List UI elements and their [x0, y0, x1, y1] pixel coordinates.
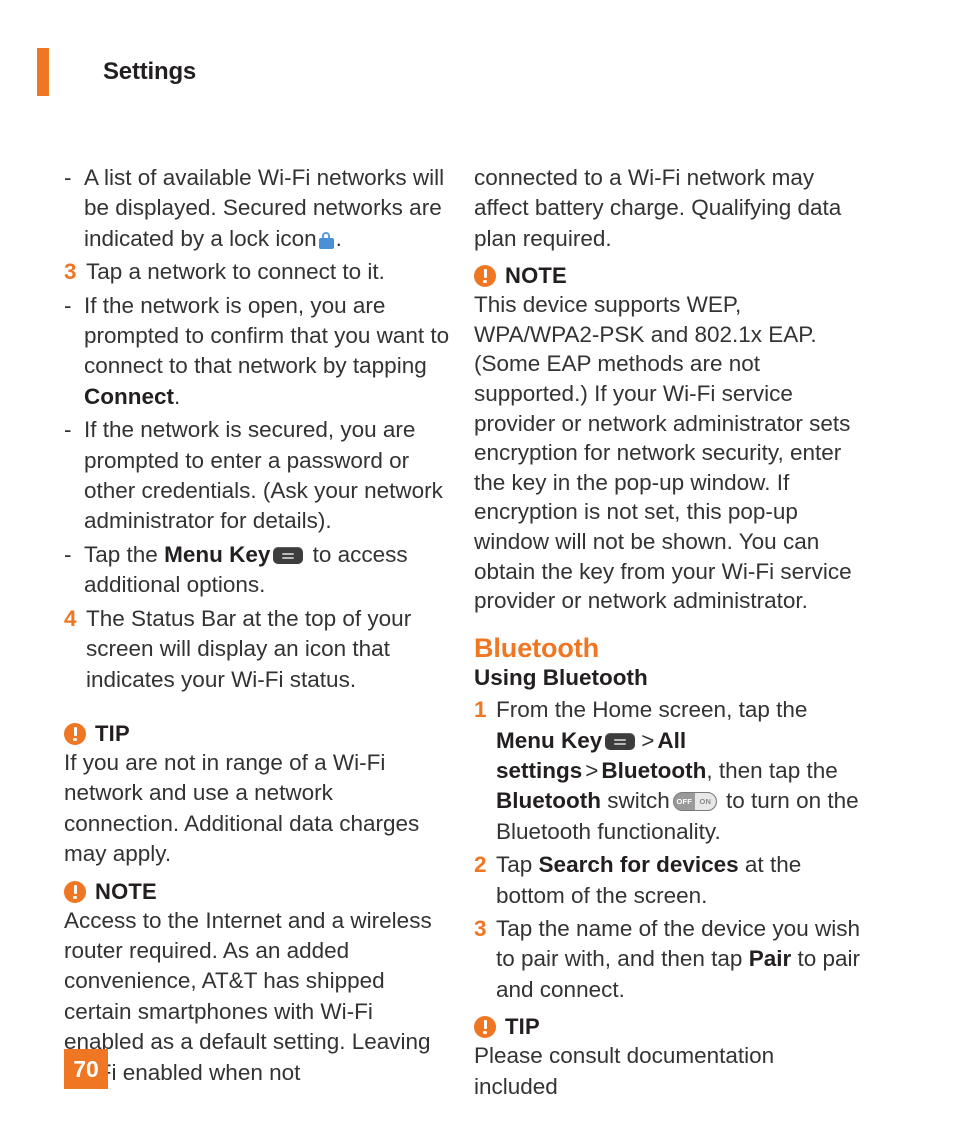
list-item: - If the network is open, you are prompt… [64, 291, 452, 413]
subsection-heading-using-bluetooth: Using Bluetooth [474, 665, 648, 691]
list-item-text-segment: A list of available Wi-Fi networks will … [84, 165, 445, 251]
lock-icon [318, 231, 334, 249]
list-item-text-segment: , then tap the [706, 757, 838, 783]
dash-marker: - [64, 417, 72, 443]
list-item: 4 The Status Bar at the top of your scre… [64, 604, 452, 695]
breadcrumb-separator: > [585, 757, 599, 783]
list-item: - If the network is secured, you are pro… [64, 415, 452, 537]
page-title: Settings [103, 58, 197, 85]
warning-icon [64, 880, 86, 903]
list-item-text: From the Home screen, tap the Menu Key > A… [491, 695, 862, 847]
tip-callout-heading: TIP [474, 1014, 862, 1040]
note-callout-heading: NOTE [474, 263, 862, 289]
emphasis-bluetooth-switch: Bluetooth [496, 788, 601, 814]
body-columns: - A list of available Wi-Fi networks wil… [0, 163, 954, 1102]
right-column: connected to a Wi-Fi network may affect … [474, 163, 862, 1102]
header-accent-rule [37, 48, 49, 96]
note-body: This device supports WEP, WPA/WPA2-PSK a… [474, 292, 852, 614]
list-item-text-segment: From the Home screen, tap the [496, 697, 808, 723]
emphasis-search-for-devices: Search for devices [538, 852, 739, 878]
section-heading-bluetooth: Bluetooth [474, 632, 600, 663]
step-number-marker: 3 [474, 915, 487, 941]
note-callout-heading: NOTE [64, 878, 452, 904]
toggle-on-label: ON [694, 793, 716, 811]
list-item-text: The Status Bar at the top of your screen… [86, 605, 412, 692]
list-item: 2 Tap Search for devices at the bottom o… [474, 850, 862, 911]
list-item: - Tap the Menu Key to access additional … [64, 540, 452, 601]
list-item-text-segment: Tap [496, 852, 533, 878]
page-number-badge: 70 [64, 1049, 108, 1089]
list-item-text: Tap Search for devices at the bottom of … [491, 850, 862, 911]
emphasis-menu-key: Menu Key [496, 727, 603, 753]
list-item: 1 From the Home screen, tap the Menu Key… [474, 695, 862, 847]
note-body: Access to the Internet and a wireless ro… [64, 907, 432, 1085]
tip-label: TIP [95, 720, 130, 746]
dash-marker: - [64, 292, 72, 318]
warning-icon [64, 722, 86, 745]
left-column: - A list of available Wi-Fi networks wil… [64, 163, 452, 1102]
emphasis-menu-key: Menu Key [164, 541, 271, 567]
step-number-marker: 1 [474, 697, 487, 723]
tip-body: If you are not in range of a Wi-Fi netwo… [64, 749, 420, 867]
tip-label: TIP [505, 1014, 540, 1040]
breadcrumb-separator: > [641, 727, 655, 753]
tip-callout-heading: TIP [64, 720, 452, 746]
list-item-text: Tap the name of the device you wish to p… [491, 914, 862, 1005]
menu-key-icon [605, 732, 636, 750]
warning-icon [474, 1016, 496, 1039]
dash-marker: - [64, 541, 72, 567]
step-number-marker: 4 [64, 605, 77, 631]
list-item: - A list of available Wi-Fi networks wil… [64, 163, 452, 254]
list-item: 3 Tap a network to connect to it. [64, 257, 452, 287]
list-item-text-segment: switch [607, 788, 670, 814]
list-item-text: If the network is secured, you are promp… [84, 417, 443, 534]
emphasis-pair: Pair [748, 946, 792, 972]
list-item-text-tail: . [174, 383, 181, 409]
note-label: NOTE [505, 263, 567, 289]
continued-paragraph: connected to a Wi-Fi network may affect … [474, 165, 842, 251]
list-item-text: A list of available Wi-Fi networks will … [82, 163, 452, 254]
list-item-text: Tap a network to connect to it. [86, 259, 385, 285]
tip-body: Please consult documentation included [474, 1043, 775, 1099]
page-running-header: Settings [37, 48, 196, 96]
emphasis-connect: Connect [84, 383, 174, 409]
toggle-off-label: OFF [673, 793, 695, 811]
list-item-text-segment: Tap the [84, 541, 158, 567]
list-item-text: Tap the Menu Key to access additional op… [82, 540, 452, 601]
warning-icon [474, 265, 496, 288]
list-item-text-tail: . [335, 225, 342, 251]
toggle-switch-icon: OFF ON [672, 792, 717, 812]
list-item-text: If the network is open, you are prompted… [82, 291, 452, 413]
note-label: NOTE [95, 878, 157, 904]
dash-marker: - [64, 165, 72, 190]
step-number-marker: 3 [64, 259, 77, 285]
emphasis-bluetooth: Bluetooth [601, 757, 707, 783]
list-item-text-segment: If the network is open, you are prompted… [84, 292, 450, 379]
list-item: 3 Tap the name of the device you wish to… [474, 914, 862, 1005]
step-number-marker: 2 [474, 852, 487, 878]
menu-key-icon [273, 546, 304, 564]
